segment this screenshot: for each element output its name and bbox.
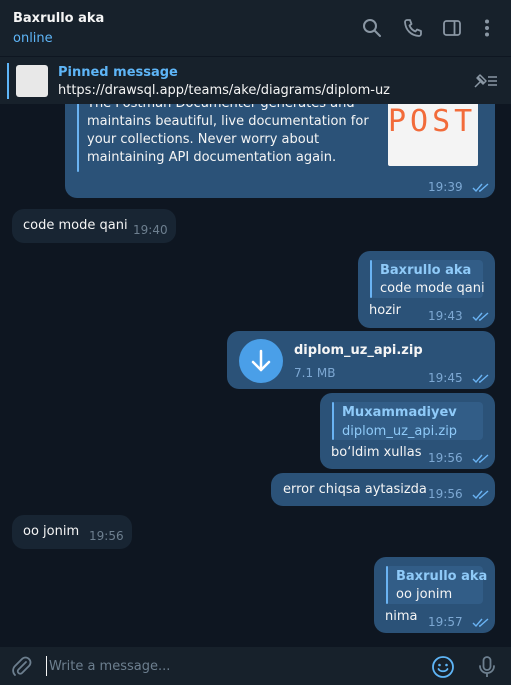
message-text: code mode qani [23,218,128,233]
download-icon [251,349,271,372]
message-time: 19:43 [428,309,463,323]
message-time: 19:45 [428,371,463,385]
preview-thumbnail[interactable]: POST [388,100,478,166]
message-composer [0,647,511,685]
message-text: oo jonim [23,524,80,539]
read-ticks-icon [472,374,489,384]
phone-icon[interactable] [403,18,423,38]
message-text: error chiqsa aytasizda [283,482,427,497]
pinned-thumbnail [16,65,48,97]
message-time: 19:56 [89,529,124,543]
paperclip-icon[interactable] [10,655,34,679]
reply-accent-bar [370,260,372,298]
reply-author: Muxammadiyev [342,405,457,420]
more-vertical-icon[interactable] [477,18,497,38]
chat-status: online [13,31,53,46]
message-input[interactable] [46,656,406,676]
download-button[interactable] [239,339,283,383]
message-text: hozir [369,303,401,318]
reply-accent-bar [386,566,388,604]
reply-author: Baxrullo aka [396,569,488,584]
reply-text: diplom_uz_api.zip [342,424,458,439]
emoji-icon[interactable] [431,655,455,679]
read-ticks-icon [472,454,489,464]
reply-text: code mode qani [380,281,485,296]
chat-header: Baxrullo aka online [0,0,511,56]
reply-accent-bar [332,402,334,440]
message-text: bo‘ldim xullas [331,445,422,460]
read-ticks-icon [472,312,489,322]
message-time: 19:57 [428,615,463,629]
file-size: 7.1 MB [294,366,336,380]
search-icon[interactable] [362,18,382,38]
file-name[interactable]: diplom_uz_api.zip [294,343,423,358]
pinned-text[interactable]: https://drawsql.app/teams/ake/diagrams/d… [58,83,390,98]
message-time: 19:40 [133,223,168,237]
read-ticks-icon [472,618,489,628]
read-ticks-icon [472,183,489,193]
message-time: 19:56 [428,487,463,501]
message-time: 19:56 [428,451,463,465]
reply-author: Baxrullo aka [380,263,472,278]
message-time: 19:39 [428,180,463,194]
pinned-message-bar[interactable]: Pinned message https://drawsql.app/teams… [0,56,511,104]
read-ticks-icon [472,490,489,500]
microphone-icon[interactable] [475,655,499,679]
chat-title[interactable]: Baxrullo aka [13,11,104,26]
preview-thumbnail-text: POST [388,104,477,139]
unpin-icon[interactable] [471,71,499,91]
sidebar-toggle-icon[interactable] [442,18,462,38]
pinned-title: Pinned message [58,65,178,80]
reply-text: oo jonim [396,587,453,602]
message-text: nima [385,609,418,624]
pinned-accent-bar [7,63,9,99]
preview-description: The Postman Documenter generates and mai… [87,96,369,165]
